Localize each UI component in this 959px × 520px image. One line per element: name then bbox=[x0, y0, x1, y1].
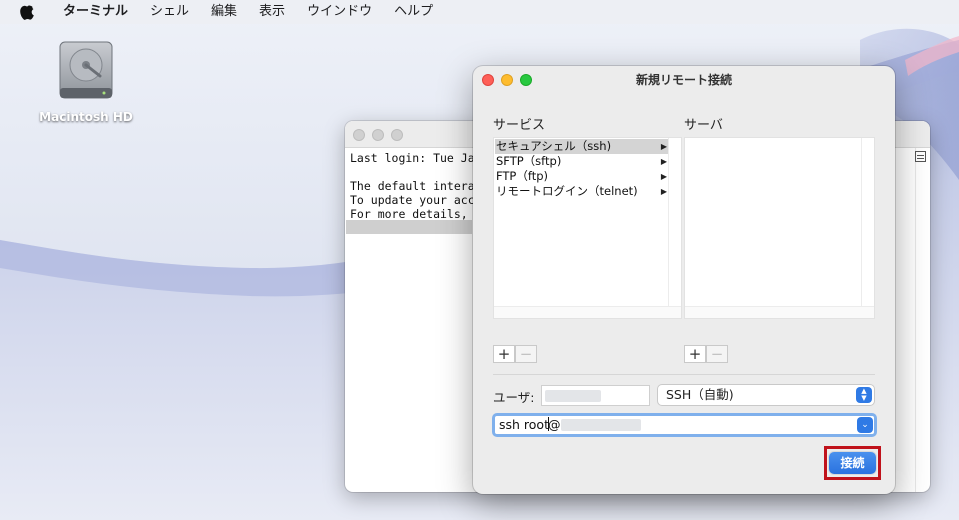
server-list[interactable] bbox=[684, 137, 875, 319]
service-item-ftp[interactable]: FTP（ftp) ▶ bbox=[495, 169, 669, 184]
chevron-right-icon: ▶ bbox=[660, 172, 667, 181]
divider bbox=[493, 374, 875, 375]
chevron-right-icon: ▶ bbox=[660, 157, 667, 166]
service-header: サービス bbox=[493, 118, 546, 133]
terminal-output[interactable]: Last login: Tue Ja The default intera To u… bbox=[350, 151, 475, 221]
service-list[interactable]: セキュアシェル（ssh) ▶ SFTP（sftp) ▶ FTP（ftp) ▶ リ… bbox=[493, 137, 682, 319]
remove-server-button[interactable]: − bbox=[706, 345, 728, 363]
command-prefix: ssh root bbox=[499, 417, 549, 432]
service-item-sftp[interactable]: SFTP（sftp) ▶ bbox=[495, 154, 669, 169]
protocol-select-value: SSH（自動) bbox=[666, 387, 734, 402]
chevron-right-icon: ▶ bbox=[660, 142, 667, 151]
command-at: @ bbox=[547, 417, 561, 432]
add-server-button[interactable]: + bbox=[684, 345, 706, 363]
service-item-ssh[interactable]: セキュアシェル（ssh) ▶ bbox=[495, 139, 669, 154]
service-list-scrollbar[interactable] bbox=[668, 138, 681, 318]
chevron-down-icon[interactable]: ⌄ bbox=[857, 417, 873, 433]
redacted-host bbox=[561, 419, 641, 431]
apple-menu-icon[interactable] bbox=[18, 0, 36, 24]
terminal-line: For more details, bbox=[350, 207, 468, 221]
protocol-select[interactable]: SSH（自動) ▲ ▼ bbox=[657, 384, 875, 406]
redacted-username bbox=[545, 390, 601, 402]
menu-view[interactable]: 表示 bbox=[248, 0, 296, 24]
terminal-selection bbox=[346, 220, 472, 234]
terminal-close-button[interactable] bbox=[353, 129, 365, 141]
command-field[interactable]: ssh root@ ⌄ bbox=[492, 413, 877, 437]
user-label: ユーザ: bbox=[493, 390, 535, 405]
terminal-line: Last login: Tue Ja bbox=[350, 151, 475, 165]
service-item-label: セキュアシェル（ssh) bbox=[496, 139, 612, 153]
menu-help[interactable]: ヘルプ bbox=[383, 0, 444, 24]
terminal-split-icon[interactable] bbox=[915, 151, 926, 162]
service-item-telnet[interactable]: リモートログイン（telnet) ▶ bbox=[495, 184, 669, 199]
service-list-hscroll[interactable] bbox=[494, 306, 681, 318]
user-field[interactable] bbox=[541, 385, 650, 406]
server-list-hscroll[interactable] bbox=[685, 306, 874, 318]
service-item-label: SFTP（sftp) bbox=[496, 154, 562, 168]
remove-service-button[interactable]: − bbox=[515, 345, 537, 363]
hard-disk-label: Macintosh HD bbox=[39, 110, 133, 124]
terminal-zoom-button[interactable] bbox=[391, 129, 403, 141]
connect-button[interactable]: 接続 bbox=[829, 452, 876, 474]
menu-window[interactable]: ウインドウ bbox=[296, 0, 383, 24]
terminal-line: To update your acc bbox=[350, 193, 475, 207]
server-list-scrollbar[interactable] bbox=[861, 138, 874, 318]
terminal-minimize-button[interactable] bbox=[372, 129, 384, 141]
service-item-label: リモートログイン（telnet) bbox=[496, 184, 638, 198]
terminal-line: The default intera bbox=[350, 179, 475, 193]
new-remote-connection-dialog: 新規リモート接続 サービス サーバ セキュアシェル（ssh) ▶ SFTP（sf… bbox=[473, 66, 895, 494]
hard-disk-icon[interactable] bbox=[56, 40, 116, 102]
add-service-button[interactable]: + bbox=[493, 345, 515, 363]
menu-bar: ターミナル シェル 編集 表示 ウインドウ ヘルプ bbox=[0, 0, 959, 24]
menu-edit[interactable]: 編集 bbox=[200, 0, 248, 24]
menu-app-name[interactable]: ターミナル bbox=[52, 0, 139, 24]
chevron-right-icon: ▶ bbox=[660, 187, 667, 196]
server-header: サーバ bbox=[684, 118, 723, 133]
menu-shell[interactable]: シェル bbox=[139, 0, 200, 24]
up-down-chevron-icon: ▲ ▼ bbox=[856, 387, 872, 403]
dialog-title: 新規リモート接続 bbox=[635, 73, 732, 87]
service-item-label: FTP（ftp) bbox=[496, 169, 549, 183]
terminal-scroll-track bbox=[915, 148, 916, 492]
